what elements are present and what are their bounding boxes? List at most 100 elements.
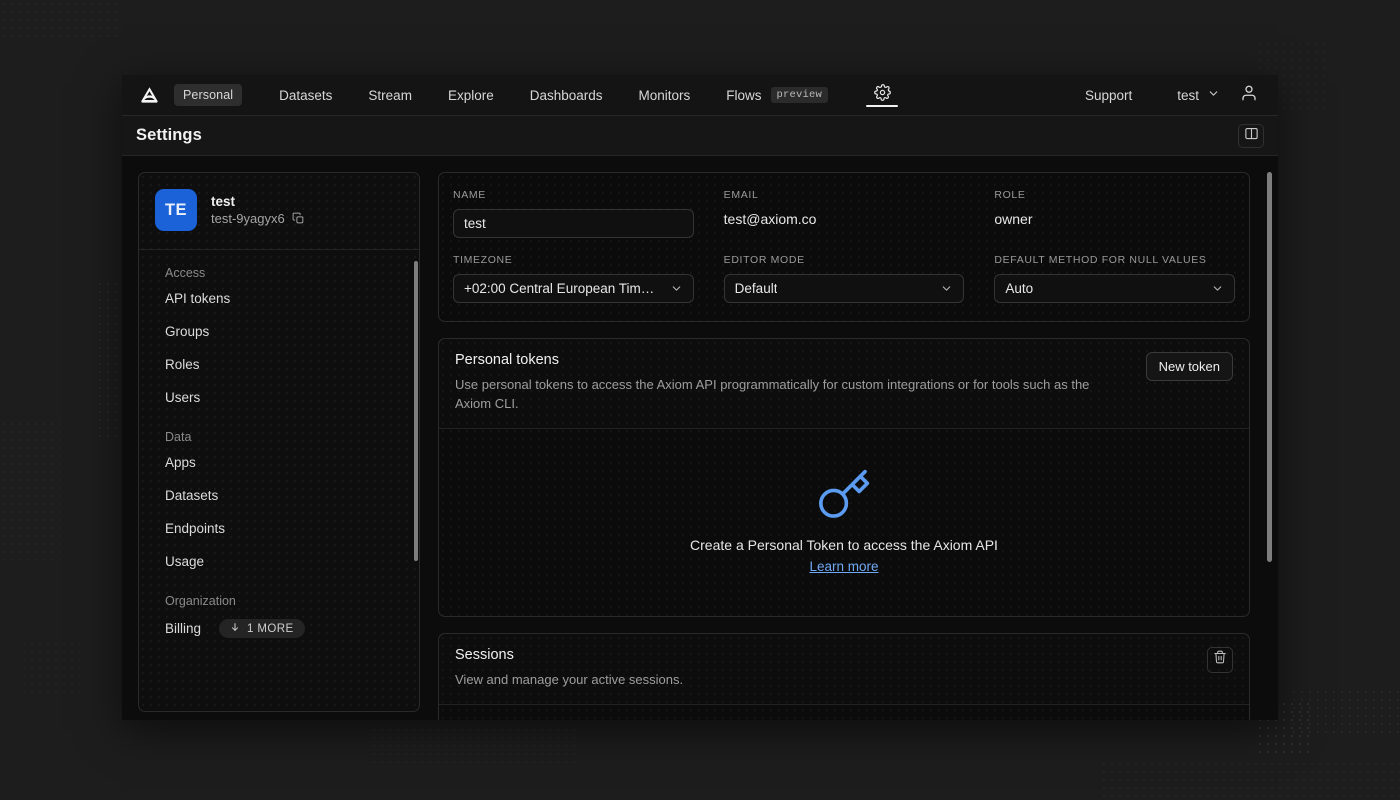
null-values-select[interactable]: Auto <box>994 274 1235 303</box>
field-null-values: DEFAULT METHOD FOR NULL VALUES Auto <box>994 254 1235 303</box>
workspace-pill[interactable]: Personal <box>174 84 242 106</box>
personal-tokens-card: Personal tokens Use personal tokens to a… <box>438 338 1250 617</box>
profile-slug: test-9yagyx6 <box>211 211 285 226</box>
nav-item-datasets[interactable]: Datasets <box>262 88 349 103</box>
session-info: Chrome 128.0.0.0 on Mac OS [84.115.225.1… <box>455 718 1211 720</box>
show-more-badge[interactable]: 1 MORE <box>219 619 305 638</box>
nav-left-group: Personal Datasets Stream Explore Dashboa… <box>136 75 902 115</box>
axiom-logo[interactable] <box>136 82 162 108</box>
field-email: EMAIL test@axiom.co <box>724 189 965 238</box>
profile-slug-row: test-9yagyx6 <box>211 211 305 226</box>
personal-tokens-title: Personal tokens <box>455 352 1126 368</box>
chevron-down-icon <box>1207 87 1220 103</box>
new-token-button[interactable]: New token <box>1146 352 1233 381</box>
sessions-header-text: Sessions View and manage your active ses… <box>455 647 1207 690</box>
nav-item-stream[interactable]: Stream <box>351 88 429 103</box>
decorative-dots <box>0 420 60 560</box>
field-label-editor-mode: EDITOR MODE <box>724 254 965 266</box>
profile-form-row-1: NAME EMAIL test@axiom.co ROLE owner <box>453 189 1235 238</box>
show-more-badge-label: 1 MORE <box>247 623 294 635</box>
account-menu[interactable]: test <box>1161 87 1232 103</box>
sidebar-item-endpoints[interactable]: Endpoints <box>139 512 419 545</box>
sidebar-profile: TE test test-9yagyx6 <box>139 173 419 250</box>
name-input[interactable] <box>453 209 694 238</box>
sidebar-item-billing[interactable]: Billing <box>165 621 201 636</box>
role-value: owner <box>994 209 1235 227</box>
sidebar-group-title-access: Access <box>139 250 419 282</box>
field-name: NAME <box>453 189 694 238</box>
editor-mode-value: Default <box>735 281 778 296</box>
sidebar-item-roles[interactable]: Roles <box>139 348 419 381</box>
field-editor-mode: EDITOR MODE Default <box>724 254 965 303</box>
nav-item-flows[interactable]: Flows preview <box>709 87 845 103</box>
field-role: ROLE owner <box>994 189 1235 238</box>
editor-mode-select[interactable]: Default <box>724 274 965 303</box>
session-row: Chrome 128.0.0.0 on Mac OS [84.115.225.1… <box>439 705 1249 720</box>
null-values-value: Auto <box>1005 281 1033 296</box>
page-header: Settings <box>122 116 1278 156</box>
page-title: Settings <box>136 126 202 145</box>
preview-badge: preview <box>771 87 829 103</box>
personal-tokens-header-text: Personal tokens Use personal tokens to a… <box>455 352 1146 414</box>
sidebar-profile-text: test test-9yagyx6 <box>211 194 305 226</box>
copy-icon[interactable] <box>292 212 305 225</box>
session-title: Chrome 128.0.0.0 on Mac OS [84.115.225.1… <box>455 718 1211 720</box>
nav-item-dashboards[interactable]: Dashboards <box>513 88 620 103</box>
field-timezone: TIMEZONE +02:00 Central European Time ..… <box>453 254 694 303</box>
delete-all-sessions-button[interactable] <box>1207 647 1233 673</box>
user-avatar-button[interactable] <box>1232 80 1266 110</box>
decorative-dots <box>370 726 580 766</box>
sidebar-item-users[interactable]: Users <box>139 381 419 414</box>
key-icon <box>439 467 1249 523</box>
nav-item-settings[interactable] <box>862 84 902 106</box>
learn-more-link[interactable]: Learn more <box>809 559 878 574</box>
profile-name: test <box>211 194 305 209</box>
sidebar-item-groups[interactable]: Groups <box>139 315 419 348</box>
sidebar-group-title-organization: Organization <box>139 578 419 610</box>
sidebar-item-api-tokens[interactable]: API tokens <box>139 282 419 315</box>
personal-tokens-empty-state: Create a Personal Token to access the Ax… <box>439 429 1249 616</box>
avatar: TE <box>155 189 197 231</box>
user-icon <box>1240 84 1258 107</box>
field-label-role: ROLE <box>994 189 1235 201</box>
sessions-title: Sessions <box>455 647 1187 663</box>
support-link[interactable]: Support <box>1069 88 1148 103</box>
panel-toggle-button[interactable] <box>1238 124 1264 148</box>
personal-tokens-empty-text: Create a Personal Token to access the Ax… <box>439 537 1249 553</box>
decorative-dots <box>20 640 80 700</box>
field-label-name: NAME <box>453 189 694 201</box>
chevron-down-icon <box>1203 282 1224 295</box>
chevron-down-icon <box>662 282 683 295</box>
field-label-null-values: DEFAULT METHOD FOR NULL VALUES <box>994 254 1235 266</box>
gear-icon <box>874 84 891 106</box>
app-window: Personal Datasets Stream Explore Dashboa… <box>122 75 1278 720</box>
sidebar-group-title-data: Data <box>139 414 419 446</box>
settings-sidebar: TE test test-9yagyx6 <box>138 172 420 712</box>
sessions-card: Sessions View and manage your active ses… <box>438 633 1250 720</box>
main-scrollbar[interactable] <box>1267 172 1272 562</box>
page-body: TE test test-9yagyx6 <box>122 156 1278 720</box>
email-value: test@axiom.co <box>724 209 965 227</box>
decorative-dots <box>0 0 120 40</box>
nav-item-explore[interactable]: Explore <box>431 88 511 103</box>
decorative-dots <box>1100 760 1400 800</box>
sidebar-item-apps[interactable]: Apps <box>139 446 419 479</box>
trash-icon <box>1213 650 1227 669</box>
sessions-header: Sessions View and manage your active ses… <box>439 634 1249 705</box>
field-label-email: EMAIL <box>724 189 965 201</box>
timezone-select[interactable]: +02:00 Central European Time ... <box>453 274 694 303</box>
chevron-down-icon <box>932 282 953 295</box>
nav-item-monitors[interactable]: Monitors <box>622 88 708 103</box>
decorative-dots <box>1290 688 1400 734</box>
account-menu-label: test <box>1177 88 1199 103</box>
timezone-value: +02:00 Central European Time ... <box>464 281 662 296</box>
sessions-description: View and manage your active sessions. <box>455 671 1187 690</box>
sidebar-scrollbar[interactable] <box>414 261 418 561</box>
nav-right-group: Support test <box>1069 75 1278 115</box>
personal-tokens-header: Personal tokens Use personal tokens to a… <box>439 339 1249 429</box>
profile-form-row-2: TIMEZONE +02:00 Central European Time ..… <box>453 254 1235 303</box>
arrow-down-icon <box>230 622 240 635</box>
sidebar-item-usage[interactable]: Usage <box>139 545 419 578</box>
profile-form-card: NAME EMAIL test@axiom.co ROLE owner TIME… <box>438 172 1250 322</box>
sidebar-item-datasets[interactable]: Datasets <box>139 479 419 512</box>
